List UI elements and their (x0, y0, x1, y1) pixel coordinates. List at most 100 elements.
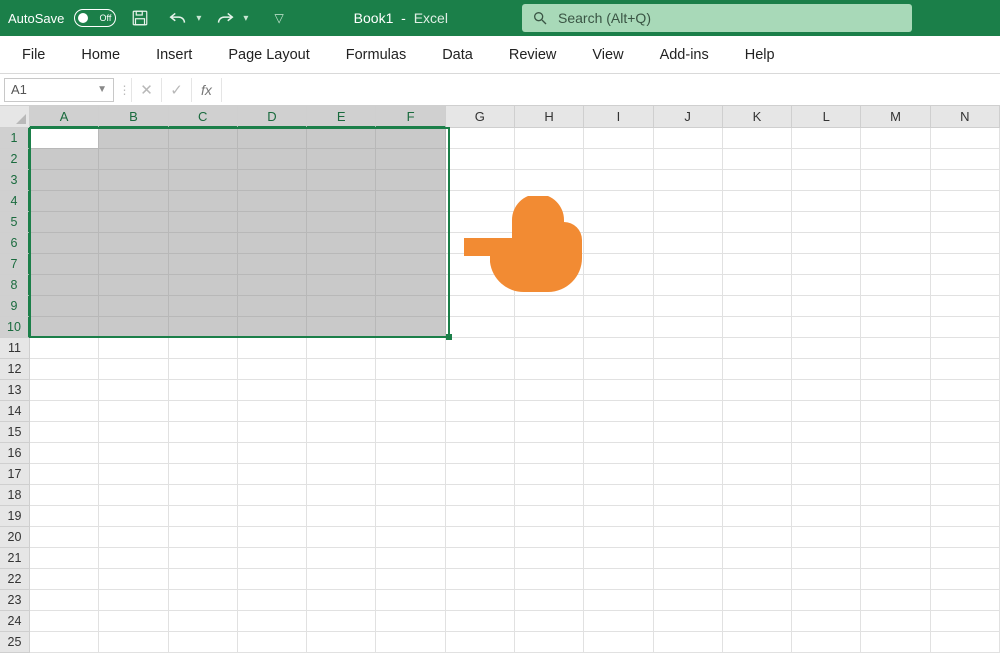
column-header[interactable]: F (376, 106, 445, 128)
row-header[interactable]: 3 (0, 170, 30, 191)
cell[interactable] (931, 485, 1000, 506)
cell[interactable] (169, 275, 238, 296)
row-header[interactable]: 12 (0, 359, 30, 380)
cell[interactable] (446, 590, 515, 611)
cell[interactable] (307, 128, 376, 149)
cell[interactable] (376, 170, 445, 191)
cell[interactable] (515, 464, 584, 485)
cell[interactable] (584, 191, 653, 212)
cell[interactable] (307, 443, 376, 464)
cell[interactable] (792, 338, 861, 359)
cell[interactable] (30, 191, 99, 212)
cell[interactable] (584, 359, 653, 380)
name-box[interactable]: A1 ▼ (4, 78, 114, 102)
cell[interactable] (238, 485, 307, 506)
cell[interactable] (584, 275, 653, 296)
cell[interactable] (446, 401, 515, 422)
cell[interactable] (654, 464, 723, 485)
row-header[interactable]: 22 (0, 569, 30, 590)
cell[interactable] (30, 401, 99, 422)
cancel-formula-icon[interactable]: ✕ (132, 78, 162, 102)
row-header[interactable]: 4 (0, 191, 30, 212)
cell[interactable] (446, 170, 515, 191)
cell[interactable] (654, 380, 723, 401)
cell[interactable] (376, 422, 445, 443)
cell[interactable] (30, 149, 99, 170)
cell[interactable] (931, 506, 1000, 527)
row-header[interactable]: 13 (0, 380, 30, 401)
ribbon-tab-insert[interactable]: Insert (142, 41, 206, 69)
cell[interactable] (723, 149, 792, 170)
cell[interactable] (723, 527, 792, 548)
cell[interactable] (931, 170, 1000, 191)
cell[interactable] (931, 149, 1000, 170)
cell[interactable] (169, 128, 238, 149)
cell[interactable] (99, 548, 168, 569)
cell[interactable] (99, 464, 168, 485)
cell[interactable] (654, 443, 723, 464)
cell[interactable] (446, 317, 515, 338)
cell[interactable] (376, 401, 445, 422)
cell[interactable] (861, 443, 930, 464)
cell[interactable] (861, 590, 930, 611)
cell[interactable] (99, 296, 168, 317)
cell[interactable] (515, 401, 584, 422)
cell[interactable] (307, 527, 376, 548)
cell[interactable] (169, 506, 238, 527)
cell[interactable] (723, 359, 792, 380)
cell[interactable] (931, 422, 1000, 443)
cell[interactable] (654, 170, 723, 191)
cell[interactable] (723, 338, 792, 359)
cell[interactable] (931, 296, 1000, 317)
column-header[interactable]: D (238, 106, 307, 128)
row-header[interactable]: 14 (0, 401, 30, 422)
cell[interactable] (446, 149, 515, 170)
cell[interactable] (99, 275, 168, 296)
cell[interactable] (99, 485, 168, 506)
cell[interactable] (861, 422, 930, 443)
accept-formula-icon[interactable]: ✓ (162, 78, 192, 102)
cell[interactable] (238, 254, 307, 275)
cell[interactable] (169, 464, 238, 485)
cell[interactable] (723, 254, 792, 275)
cell[interactable] (238, 443, 307, 464)
cell[interactable] (515, 422, 584, 443)
cell[interactable] (30, 548, 99, 569)
cell[interactable] (584, 401, 653, 422)
save-icon[interactable] (126, 4, 154, 32)
cell[interactable] (446, 569, 515, 590)
cell[interactable] (376, 506, 445, 527)
cell[interactable] (931, 275, 1000, 296)
cell[interactable] (861, 464, 930, 485)
row-header[interactable]: 24 (0, 611, 30, 632)
cell[interactable] (30, 254, 99, 275)
cell[interactable] (238, 233, 307, 254)
cell[interactable] (654, 611, 723, 632)
cell[interactable] (931, 548, 1000, 569)
cell[interactable] (723, 317, 792, 338)
cell[interactable] (861, 191, 930, 212)
cell[interactable] (515, 611, 584, 632)
cell[interactable] (931, 338, 1000, 359)
row-header[interactable]: 1 (0, 128, 30, 149)
cell[interactable] (99, 170, 168, 191)
cell[interactable] (30, 611, 99, 632)
cell[interactable] (723, 212, 792, 233)
cell[interactable] (584, 212, 653, 233)
cell[interactable] (861, 359, 930, 380)
cell[interactable] (654, 317, 723, 338)
cell[interactable] (861, 212, 930, 233)
cell[interactable] (723, 485, 792, 506)
cell[interactable] (654, 485, 723, 506)
cell[interactable] (654, 296, 723, 317)
cell[interactable] (376, 191, 445, 212)
cell[interactable] (446, 485, 515, 506)
cell[interactable] (307, 233, 376, 254)
cell[interactable] (376, 611, 445, 632)
cell[interactable] (30, 338, 99, 359)
redo-dropdown-icon[interactable]: ▾ (243, 13, 248, 24)
row-header[interactable]: 7 (0, 254, 30, 275)
cell[interactable] (861, 233, 930, 254)
ribbon-tab-help[interactable]: Help (731, 41, 789, 69)
ribbon-tab-review[interactable]: Review (495, 41, 571, 69)
